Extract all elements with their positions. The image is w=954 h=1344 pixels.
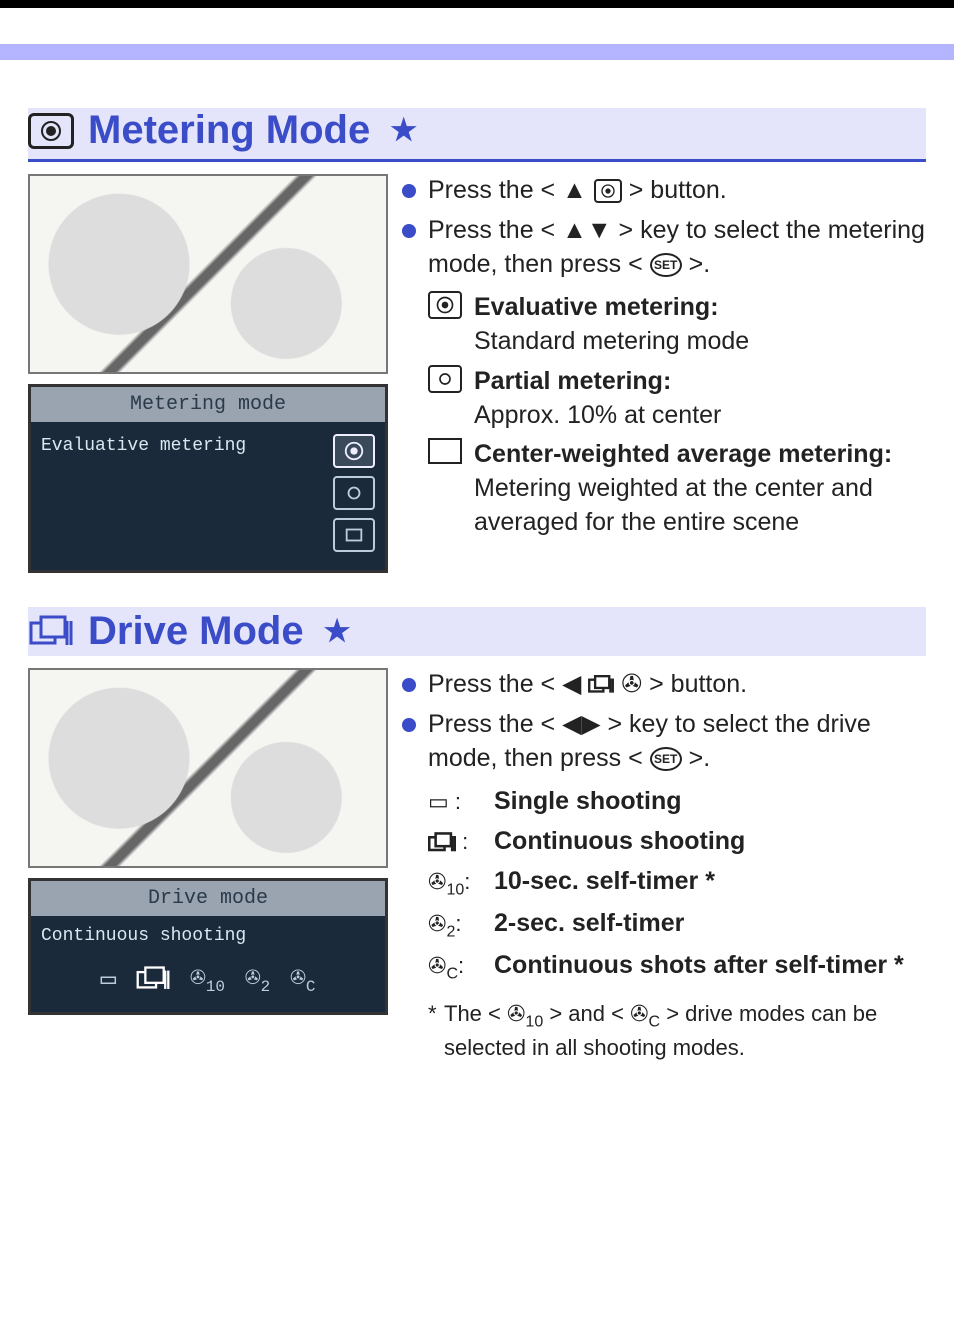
text: Press the < — [428, 670, 555, 698]
drive-mode-continuous: : Continuous shooting — [428, 825, 926, 859]
drive-step-1: Press the < ◀ ✇ > button. — [402, 668, 926, 702]
drive-mode-name: Single shooting — [494, 785, 682, 819]
text: > button. — [649, 670, 747, 698]
heading-metering-mode: Metering Mode ★ — [28, 108, 926, 162]
mode-desc: Approx. 10% at center — [474, 401, 721, 429]
text: 10 — [525, 1013, 543, 1030]
metering-left-col: Metering mode Evaluative metering — [28, 174, 388, 573]
heading-drive-mode: Drive Mode ★ — [28, 607, 926, 656]
content-area: Metering Mode ★ Metering mode Evaluative… — [0, 60, 954, 1086]
mode-text: Center-weighted average metering: Meteri… — [474, 438, 926, 539]
mode-name: Partial metering: — [474, 367, 671, 395]
metering-mode-icon — [28, 113, 74, 149]
drive-right-col: Press the < ◀ ✇ > button. Press the < ◀▶… — [402, 668, 926, 1062]
metering-lcd-selected: Evaluative metering — [41, 434, 246, 456]
metering-button-icon — [594, 179, 622, 203]
timerC-icon: ✇C: — [428, 951, 482, 985]
mode-name: Evaluative metering: — [474, 293, 719, 321]
drive-lcd-title: Drive mode — [31, 881, 385, 916]
set-button-icon: SET — [650, 253, 682, 277]
lcd-single-icon: ▭ — [100, 964, 116, 995]
single-icon: ▭ : — [428, 787, 482, 817]
text: The < — [444, 1001, 501, 1026]
lcd-timer10-icon: ✇10 — [190, 962, 225, 996]
mode-desc: Metering weighted at the center and aver… — [474, 474, 873, 536]
timer2-icon: ✇2: — [428, 909, 482, 943]
metering-lcd-title: Metering mode — [31, 387, 385, 422]
drive-button-continuous-icon — [588, 675, 614, 695]
top-black-bar — [0, 0, 954, 8]
lcd-evaluative-icon — [333, 434, 375, 468]
lcd-partial-icon — [333, 476, 375, 510]
text: C — [649, 1013, 661, 1030]
drive-mode-timerC: ✇C: Continuous shots after self-timer * — [428, 949, 926, 985]
drive-lcd-icons: ▭ ✇10 ✇2 ✇C — [41, 962, 375, 996]
timer10-icon: ✇10: — [428, 867, 482, 901]
mode-name: Center-weighted average metering: — [474, 440, 892, 468]
metering-mode-list: Evaluative metering: Standard metering m… — [428, 291, 926, 539]
drive-dial-diagram — [28, 668, 388, 868]
metering-dial-diagram — [28, 174, 388, 374]
lcd-continuous-icon — [136, 966, 170, 992]
drive-mode-name: Continuous shots after self-timer * — [494, 949, 904, 983]
star-icon: ★ — [324, 614, 351, 649]
drive-left-col: Drive mode Continuous shooting ▭ ✇10 ✇2 … — [28, 668, 388, 1015]
text: >. — [689, 250, 711, 278]
header-purple-bar — [0, 44, 954, 60]
metering-step-1: Press the < ▲ > button. — [402, 174, 926, 208]
lcd-center-weighted-icon — [333, 518, 375, 552]
drive-section-body: Drive mode Continuous shooting ▭ ✇10 ✇2 … — [28, 668, 926, 1062]
text: > button. — [629, 176, 727, 204]
drive-mode-list: ▭ : Single shooting : Continuous shootin… — [428, 785, 926, 984]
drive-mode-name: 2-sec. self-timer — [494, 907, 684, 941]
drive-mode-name: Continuous shooting — [494, 825, 745, 859]
star-icon: ★ — [390, 113, 417, 148]
text: > drive modes can be selected in all sho… — [444, 1001, 877, 1060]
center-weighted-icon — [428, 438, 462, 464]
metering-lcd-body: Evaluative metering — [31, 422, 385, 570]
metering-lcd-icons — [333, 434, 375, 552]
metering-step-2: Press the < ▲▼ > key to select the meter… — [402, 214, 926, 282]
partial-icon — [428, 365, 462, 393]
metering-steps: Press the < ▲ > button. Press the < ▲▼ >… — [402, 174, 926, 281]
drive-mode-timer10: ✇10: 10-sec. self-timer * — [428, 865, 926, 901]
set-button-icon: SET — [650, 747, 682, 771]
drive-step-2: Press the < ◀▶ > key to select the drive… — [402, 708, 926, 776]
evaluative-icon — [428, 291, 462, 319]
drive-mode-single: ▭ : Single shooting — [428, 785, 926, 819]
text: Press the < — [428, 176, 555, 204]
drive-lcd-body: Continuous shooting ▭ ✇10 ✇2 ✇C — [31, 916, 385, 1012]
mode-text: Evaluative metering: Standard metering m… — [474, 291, 749, 359]
lcd-timerC-icon: ✇C — [290, 962, 315, 996]
drive-mode-name: 10-sec. self-timer * — [494, 865, 715, 899]
drive-mode-timer2: ✇2: 2-sec. self-timer — [428, 907, 926, 943]
text: > and < — [549, 1001, 624, 1026]
mode-center-weighted: Center-weighted average metering: Meteri… — [428, 438, 926, 539]
heading-drive-title: Drive Mode — [88, 609, 304, 654]
text: Press the < — [428, 710, 555, 738]
mode-text: Partial metering: Approx. 10% at center — [474, 365, 721, 433]
page: Metering Mode ★ Metering mode Evaluative… — [0, 0, 954, 1086]
metering-right-col: Press the < ▲ > button. Press the < ▲▼ >… — [402, 174, 926, 546]
mode-partial: Partial metering: Approx. 10% at center — [428, 365, 926, 433]
metering-section-body: Metering mode Evaluative metering — [28, 174, 926, 573]
continuous-icon: : — [428, 827, 482, 857]
text: Press the < — [428, 216, 555, 244]
metering-lcd: Metering mode Evaluative metering — [28, 384, 388, 573]
drive-footnote: The < ✇10 > and < ✇C > drive modes can b… — [428, 999, 926, 1063]
heading-metering-title: Metering Mode — [88, 108, 370, 153]
drive-lcd-selected: Continuous shooting — [41, 926, 375, 946]
drive-steps: Press the < ◀ ✇ > button. Press the < ◀▶… — [402, 668, 926, 775]
text: >. — [689, 744, 711, 772]
mode-desc: Standard metering mode — [474, 327, 749, 355]
mode-evaluative: Evaluative metering: Standard metering m… — [428, 291, 926, 359]
drive-lcd: Drive mode Continuous shooting ▭ ✇10 ✇2 … — [28, 878, 388, 1015]
continuous-shooting-icon — [28, 614, 74, 650]
lcd-timer2-icon: ✇2 — [245, 962, 270, 996]
